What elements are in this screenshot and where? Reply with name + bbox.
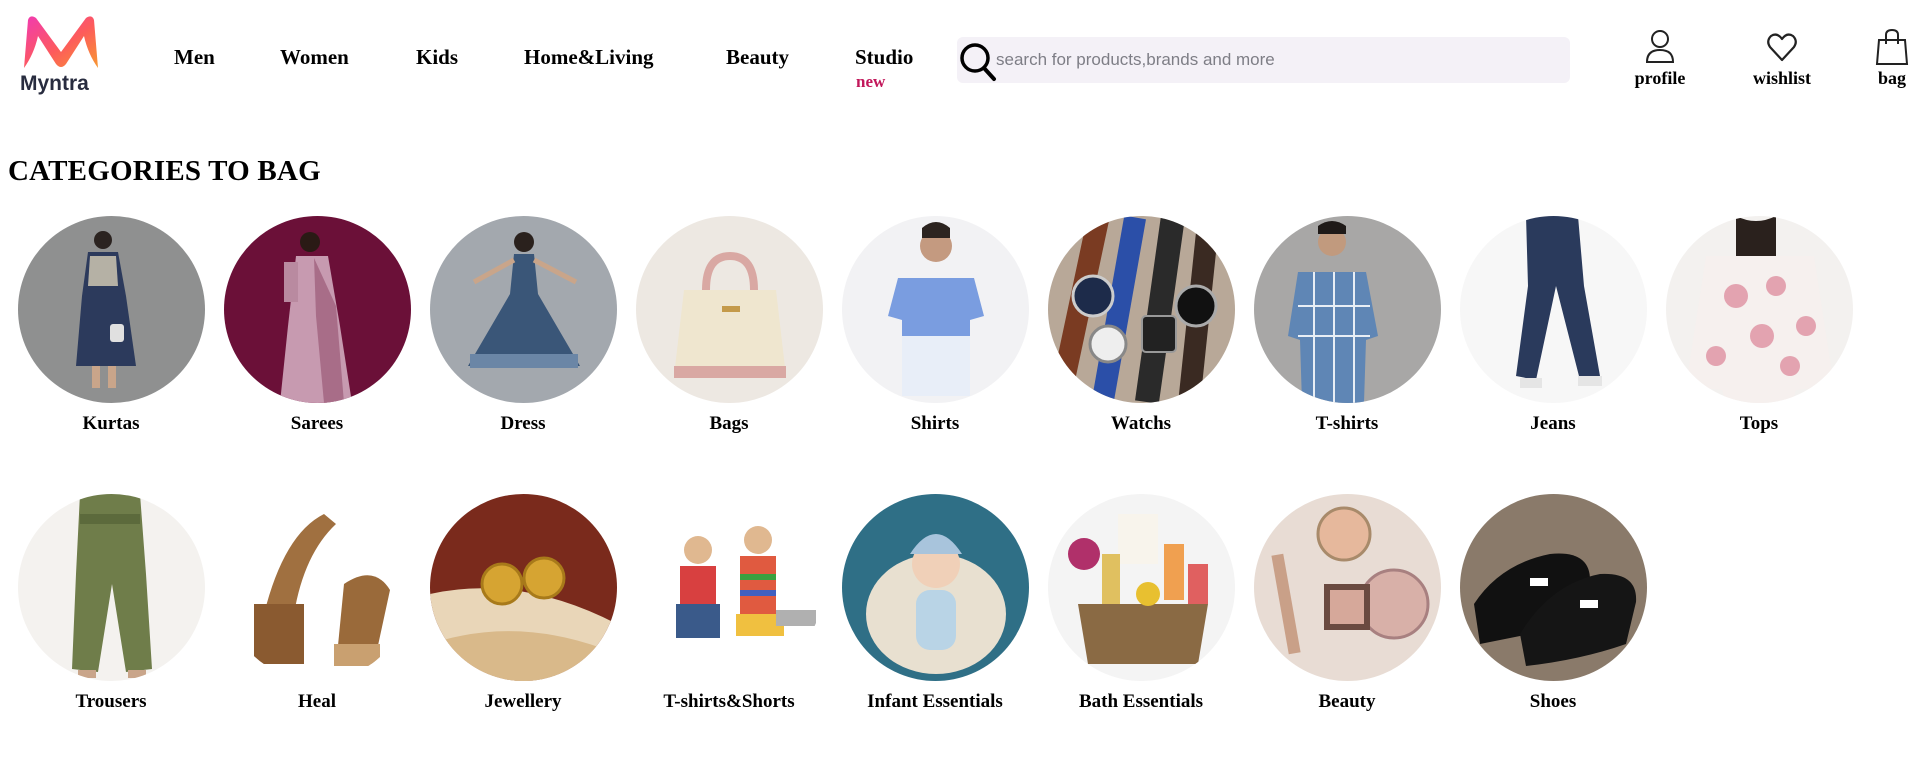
jeans-image: [1459, 216, 1647, 403]
category-label: Infant Essentials: [867, 691, 1003, 712]
category-tops[interactable]: Tops: [1659, 216, 1859, 435]
category-label: T-shirts: [1315, 413, 1379, 434]
category-label: Sarees: [290, 413, 344, 434]
nav-studio[interactable]: Studio: [855, 45, 913, 70]
wishlist-label: wishlist: [1752, 68, 1812, 88]
category-infant-essentials[interactable]: Infant Essentials: [835, 494, 1035, 713]
category-heal[interactable]: Heal: [217, 494, 417, 713]
category-label: Bath Essentials: [1078, 691, 1204, 712]
watch-image: [1047, 216, 1235, 403]
profile-label: profile: [1634, 68, 1686, 88]
category-tshirts-shorts[interactable]: T-shirts&Shorts: [629, 494, 829, 713]
bath-basket-image: [1047, 494, 1235, 681]
category-shoes[interactable]: Shoes: [1453, 494, 1653, 713]
wishlist-button[interactable]: wishlist: [1748, 28, 1816, 89]
nav-men[interactable]: Men: [174, 45, 215, 70]
category-label: Watchs: [1110, 413, 1172, 434]
top-navbar: Myntra Men Women Kids Home&Living Beauty…: [0, 0, 1915, 110]
loafer-image: [1459, 494, 1647, 681]
bag-button[interactable]: bag: [1870, 28, 1914, 89]
handbag-image: [635, 216, 823, 403]
category-label: Tops: [1739, 413, 1779, 434]
infant-image: [841, 494, 1029, 681]
nav-home-living[interactable]: Home&Living: [524, 45, 654, 70]
category-bath-essentials[interactable]: Bath Essentials: [1041, 494, 1241, 713]
category-beauty[interactable]: Beauty: [1247, 494, 1447, 713]
search-icon[interactable]: [958, 37, 998, 81]
category-label: Jewellery: [484, 691, 562, 712]
category-sarees[interactable]: Sarees: [217, 216, 417, 435]
category-label: Trousers: [75, 691, 147, 712]
shirt-image: [841, 216, 1029, 403]
category-watchs[interactable]: Watchs: [1041, 216, 1241, 435]
studio-new-badge: new: [856, 72, 886, 91]
kurta-image: [17, 216, 205, 403]
category-tshirts[interactable]: T-shirts: [1247, 216, 1447, 435]
category-label: Bags: [709, 413, 749, 434]
search-bar: [957, 37, 1570, 83]
tshirt-image: [1253, 216, 1441, 403]
bag-icon: [1875, 28, 1909, 65]
myntra-logo-icon: [24, 16, 98, 68]
category-label: Beauty: [1318, 691, 1376, 712]
category-dress[interactable]: Dress: [423, 216, 623, 435]
category-label: Shirts: [910, 413, 960, 434]
category-label: Shoes: [1529, 691, 1577, 712]
section-title: CATEGORIES TO BAG: [8, 155, 321, 187]
category-label: Jeans: [1530, 413, 1576, 434]
nav-women[interactable]: Women: [280, 45, 349, 70]
saree-image: [223, 216, 411, 403]
profile-button[interactable]: profile: [1630, 28, 1690, 89]
category-shirts[interactable]: Shirts: [835, 216, 1035, 435]
category-trousers[interactable]: Trousers: [11, 494, 211, 713]
myntra-logo[interactable]: Myntra: [18, 14, 106, 104]
bag-label: bag: [1877, 68, 1906, 88]
kids-clothing-image: [635, 494, 823, 681]
category-jeans[interactable]: Jeans: [1453, 216, 1653, 435]
category-kurtas[interactable]: Kurtas: [11, 216, 211, 435]
category-label: Kurtas: [82, 413, 140, 434]
search-input[interactable]: [996, 37, 1556, 83]
heart-icon: [1767, 33, 1797, 62]
category-jewellery[interactable]: Jewellery: [423, 494, 623, 713]
category-label: Dress: [500, 413, 546, 434]
nav-kids[interactable]: Kids: [416, 45, 458, 70]
brand-name: Myntra: [20, 72, 89, 95]
dress-image: [429, 216, 617, 403]
category-bags[interactable]: Bags: [629, 216, 829, 435]
nav-beauty[interactable]: Beauty: [726, 45, 789, 70]
top-image: [1665, 216, 1853, 403]
category-label: Heal: [298, 691, 336, 712]
trousers-image: [17, 494, 205, 681]
category-label: T-shirts&Shorts: [663, 691, 795, 712]
earrings-image: [429, 494, 617, 681]
user-icon: [1645, 30, 1675, 63]
makeup-image: [1253, 494, 1441, 681]
heel-sandal-image: [223, 494, 411, 681]
